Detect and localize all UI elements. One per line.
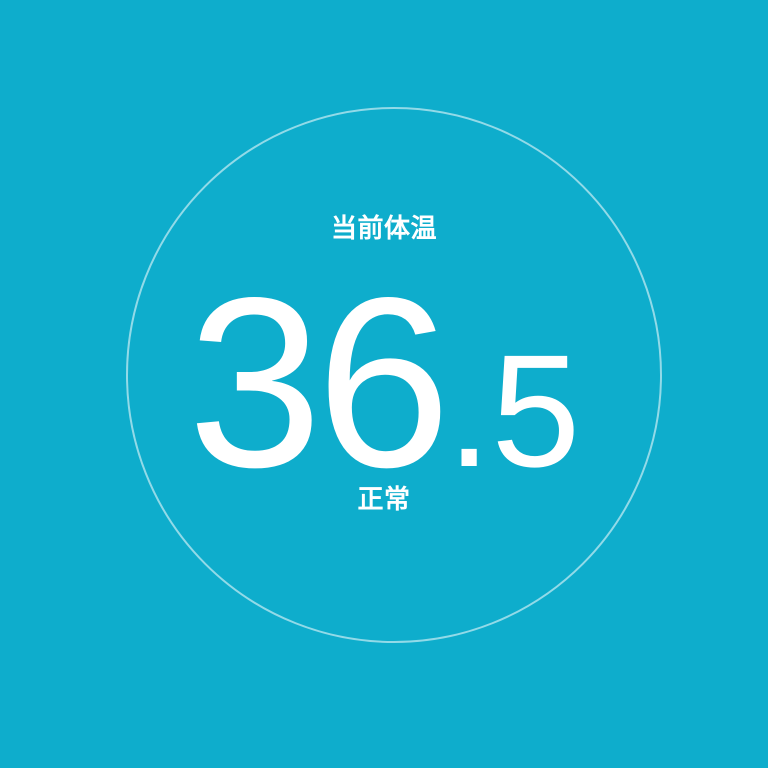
temperature-reading: 36 . 5 (0, 262, 768, 504)
temperature-decimal-point: . (446, 321, 492, 500)
current-temperature-label: 当前体温 (330, 214, 437, 244)
temperature-status: 正常 (357, 485, 411, 515)
temperature-screen: 当前体温 36 . 5 正常 (0, 0, 768, 768)
temperature-value-fraction: 5 (491, 321, 581, 500)
temperature-value-whole: 36 (187, 248, 451, 518)
